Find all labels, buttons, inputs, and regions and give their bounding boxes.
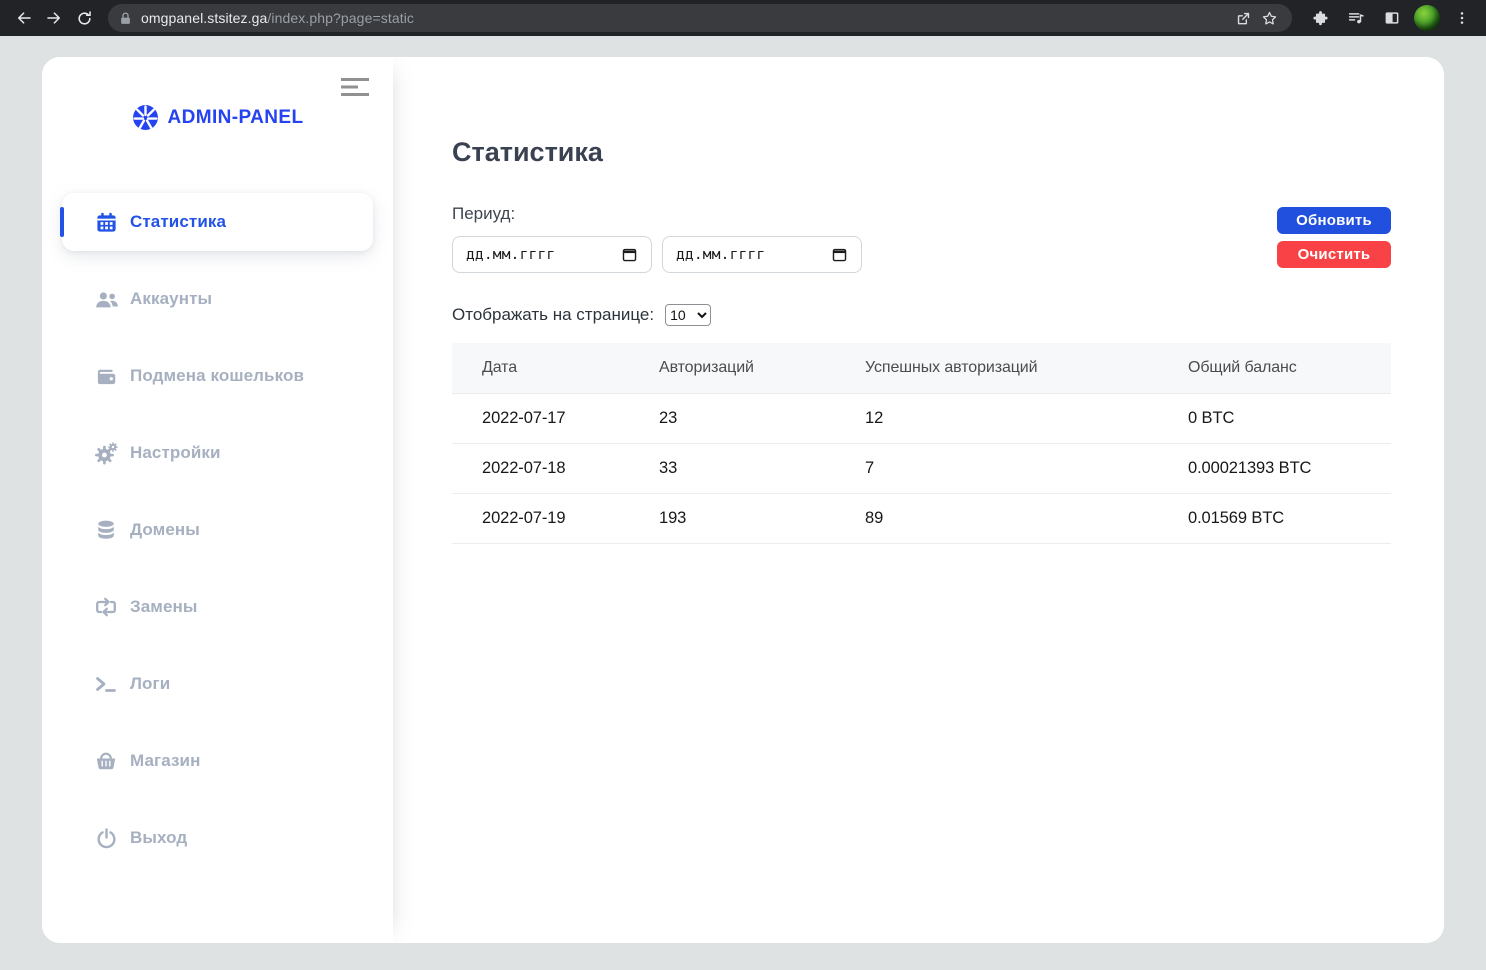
back-arrow-icon [15,9,33,27]
sidebar-item-label: Логи [130,674,170,694]
sidebar-item-label: Домены [130,520,200,540]
sidebar-item-wallet-swap[interactable]: Подмена кошельков [62,347,373,405]
clear-button[interactable]: Очистить [1277,241,1391,268]
playlist-music-icon [1347,9,1365,27]
period-inputs: дд.мм.гггг дд.мм.гггг [452,236,1391,273]
per-page-label: Отображать на странице: [452,305,654,325]
media-controls-button[interactable] [1342,4,1370,32]
users-icon [93,287,119,312]
star-icon [1261,10,1278,27]
date-to-input[interactable]: дд.мм.гггг [662,236,862,273]
profile-avatar[interactable] [1414,5,1440,31]
puzzle-icon [1312,10,1329,27]
sidebar-item-label: Магазин [130,751,200,771]
sidebar-item-logs[interactable]: Логи [62,655,373,713]
sidebar-item-label: Подмена кошельков [130,366,304,386]
share-button[interactable] [1230,5,1256,31]
refresh-button[interactable]: Обновить [1277,207,1391,234]
three-dots-icon [1454,10,1470,26]
basket-icon [93,749,119,773]
cell-total-balance: 0.00021393 BTC [1158,443,1391,493]
sidebar-item-settings[interactable]: Настройки [62,424,373,482]
brand-logo-icon [132,104,159,131]
calendar-picker-icon[interactable] [621,246,638,263]
sidebar-item-label: Настройки [130,443,221,463]
cell-total-balance: 0 BTC [1158,393,1391,443]
sidebar-item-label: Статистика [130,212,226,232]
cell-date: 2022-07-19 [452,493,629,543]
url-domain: omgpanel.stsitez.ga [141,10,267,26]
sidebar-item-shop[interactable]: Магазин [62,732,373,790]
lock-icon[interactable] [118,11,133,26]
table-row: 2022-07-18 33 7 0.00021393 BTC [452,443,1391,493]
date-to-placeholder: дд.мм.гггг [676,247,765,263]
cell-total-balance: 0.01569 BTC [1158,493,1391,543]
brand[interactable]: ADMIN-PANEL [42,104,393,131]
bookmark-button[interactable] [1256,5,1282,31]
table-header-row: Дата Авторизаций Успешных авторизаций Об… [452,343,1391,393]
column-header-authorizations: Авторизаций [629,343,835,393]
cell-authorizations: 193 [629,493,835,543]
admin-panel-app: ADMIN-PANEL [42,57,1444,943]
refresh-icon [76,10,93,27]
share-icon [1235,10,1252,27]
cell-date: 2022-07-18 [452,443,629,493]
address-bar[interactable]: omgpanel.stsitez.ga/index.php?page=stati… [108,4,1292,32]
date-from-input[interactable]: дд.мм.гггг [452,236,652,273]
side-panel-icon [1383,9,1401,27]
column-header-date: Дата [452,343,629,393]
sidebar-item-label: Выход [130,828,187,848]
column-header-successful-authorizations: Успешных авторизаций [835,343,1158,393]
action-buttons: Обновить Очистить [1277,207,1391,268]
toolbar-extensions [1306,4,1476,32]
per-page-row: Отображать на странице: 10 [452,304,1391,326]
refresh-button[interactable] [70,4,98,32]
extensions-button[interactable] [1306,4,1334,32]
cell-successful-authorizations: 12 [835,393,1158,443]
date-from-placeholder: дд.мм.гггг [466,247,555,263]
calendar-icon [93,211,119,234]
main-content: Статистика Периуд: дд.мм.гггг дд.мм.гггг [393,57,1444,943]
back-button[interactable] [10,4,38,32]
forward-arrow-icon [45,9,63,27]
browser-menu-button[interactable] [1448,4,1476,32]
period-label: Периуд: [452,204,1391,224]
per-page-select[interactable]: 10 [665,304,711,326]
forward-button[interactable] [40,4,68,32]
sidebar-item-label: Аккаунты [130,289,212,309]
sidebar-item-statistics[interactable]: Статистика [62,193,373,251]
brand-name: ADMIN-PANEL [168,107,304,129]
statistics-table: Дата Авторизаций Успешных авторизаций Об… [452,343,1391,544]
table-row: 2022-07-19 193 89 0.01569 BTC [452,493,1391,543]
sidebar-item-label: Замены [130,597,198,617]
power-icon [93,827,119,850]
browser-toolbar: omgpanel.stsitez.ga/index.php?page=stati… [0,0,1486,36]
table-row: 2022-07-17 23 12 0 BTC [452,393,1391,443]
sidebar-item-replacements[interactable]: Замены [62,578,373,636]
page-title: Статистика [452,139,1391,166]
wallet-icon [93,365,119,388]
url-text[interactable]: omgpanel.stsitez.ga/index.php?page=stati… [141,10,1230,26]
menu-icon [341,77,369,97]
swap-arrows-icon [93,595,119,619]
sidebar-item-accounts[interactable]: Аккаунты [62,270,373,328]
url-path: /index.php?page=static [267,10,414,26]
sidebar-item-domains[interactable]: Домены [62,501,373,559]
page-background: ADMIN-PANEL [0,36,1486,970]
sidebar-nav: Статистика Аккаунты [62,193,373,886]
sidebar-toggle-button[interactable] [339,75,371,104]
cell-authorizations: 23 [629,393,835,443]
side-panel-button[interactable] [1378,4,1406,32]
sidebar: ADMIN-PANEL [42,57,393,943]
cell-successful-authorizations: 89 [835,493,1158,543]
database-icon [93,519,119,541]
calendar-picker-icon[interactable] [831,246,848,263]
terminal-icon [93,672,119,696]
gears-icon [93,441,119,466]
sidebar-item-logout[interactable]: Выход [62,809,373,867]
cell-date: 2022-07-17 [452,393,629,443]
column-header-total-balance: Общий баланс [1158,343,1391,393]
cell-authorizations: 33 [629,443,835,493]
cell-successful-authorizations: 7 [835,443,1158,493]
